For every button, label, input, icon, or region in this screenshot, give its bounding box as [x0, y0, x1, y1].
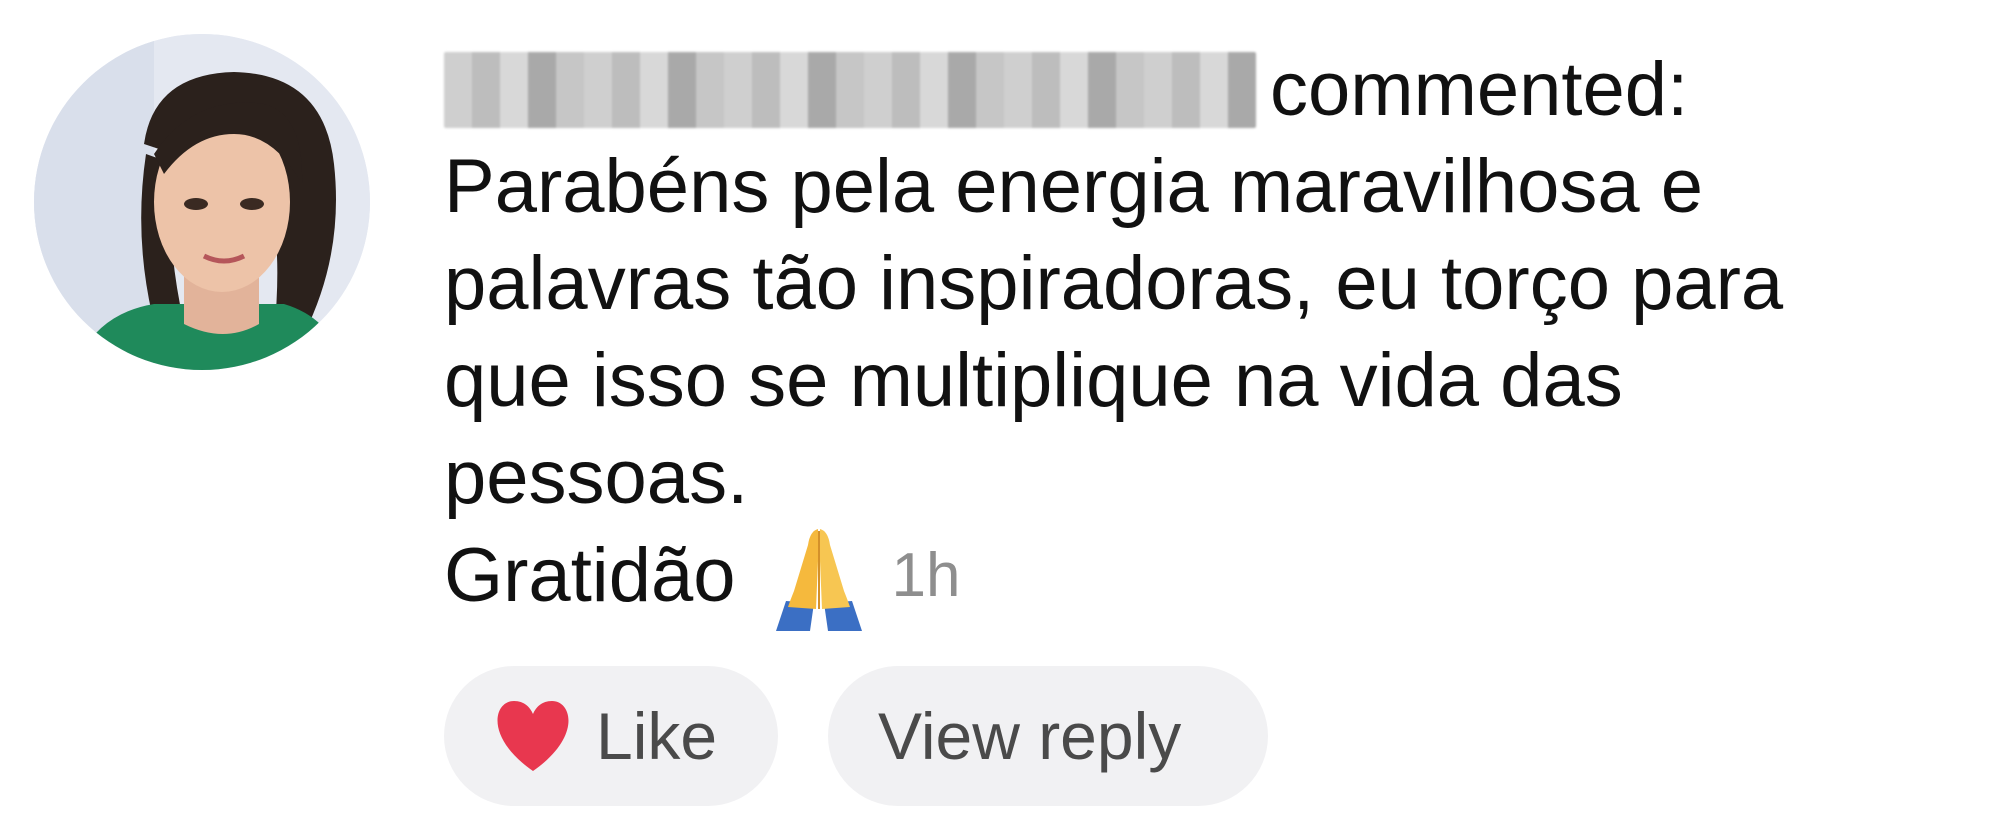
heart-icon	[492, 699, 574, 773]
folded-hands-icon	[764, 521, 874, 631]
like-button[interactable]: Like	[444, 666, 778, 806]
view-reply-label: View reply	[878, 699, 1182, 773]
comment-last-line: Gratidão 1h	[444, 521, 1984, 631]
avatar-photo	[34, 34, 370, 370]
comment-header: commented:	[444, 38, 1984, 142]
like-label: Like	[596, 699, 718, 773]
avatar[interactable]	[34, 34, 370, 370]
commented-label: commented:	[1270, 47, 1689, 132]
comment: commented: Parabéns pela energia maravil…	[444, 38, 1984, 631]
view-reply-button[interactable]: View reply	[828, 666, 1268, 806]
comment-timestamp: 1h	[891, 541, 961, 610]
comment-body: Parabéns pela energia maravilhosa e pala…	[444, 144, 1784, 520]
comment-gratitude-text: Gratidão	[444, 533, 736, 618]
comment-actions: Like View reply	[444, 666, 1268, 806]
username-redacted[interactable]	[444, 52, 1256, 128]
